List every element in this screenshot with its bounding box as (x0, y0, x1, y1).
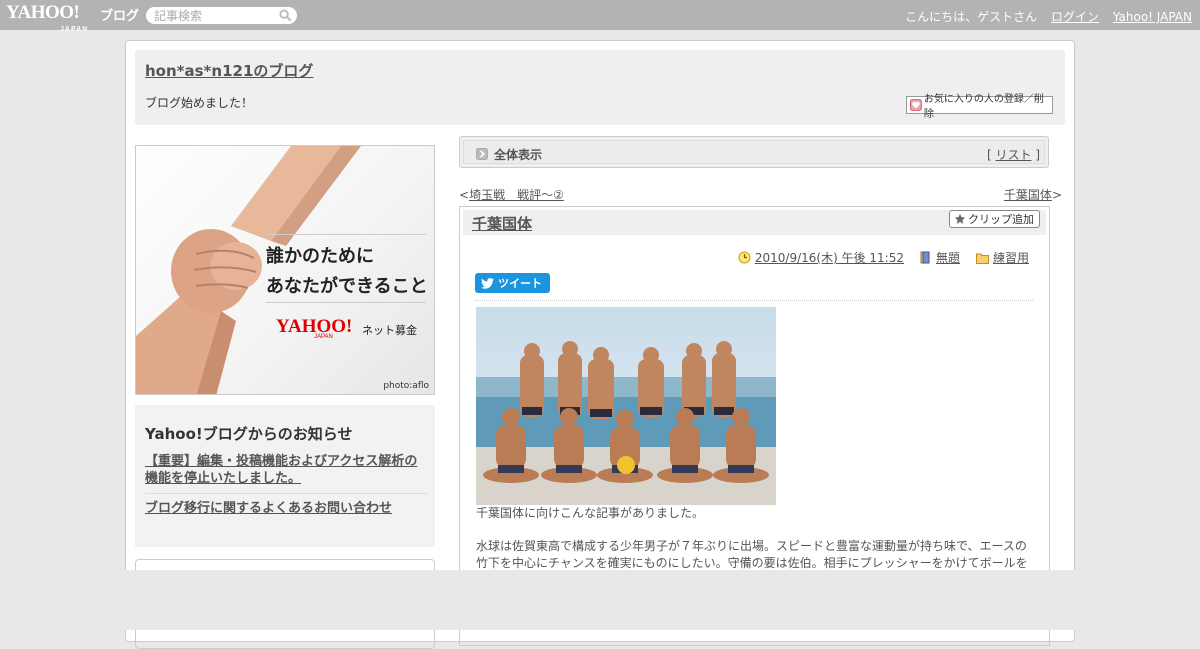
bracket-close: ] (1031, 148, 1040, 162)
search-box (146, 7, 297, 24)
favorite-register-label: お気に入りの人の登録／削除 (923, 94, 1044, 120)
greeting-text: こんにちは、ゲストさん (905, 10, 1038, 24)
next-article-link[interactable]: 千葉国体 (1004, 188, 1052, 202)
notice-link-important[interactable]: 【重要】編集・投稿機能およびアクセス解析の機能を停止いたしました。 (145, 453, 427, 487)
user-nav: こんにちは、ゲストさん ログイン Yahoo! JAPAN (905, 8, 1192, 25)
list-link-wrap: [ リスト ] (987, 146, 1040, 163)
blog-header: hon*as*n121のブログ ブログ始めました！ お気に入りの人の登録／削除 (135, 50, 1065, 125)
blog-description: ブログ始めました！ (145, 96, 254, 110)
yahoo-japan-logo[interactable]: YAHOO! JAPAN (6, 3, 87, 33)
star-icon (954, 213, 966, 224)
prev-arrow: < (459, 188, 470, 202)
divider (475, 300, 1033, 301)
banner-headline-2: あなたができること (266, 276, 428, 297)
arrow-right-icon (476, 148, 488, 160)
article-theme-link[interactable]: 無題 (936, 249, 960, 266)
tweet-button[interactable]: ツイート (475, 273, 550, 293)
login-link[interactable]: ログイン (1051, 10, 1099, 24)
logo-sub: JAPAN (60, 26, 89, 33)
banner-yahoo-logo-sub: JAPAN (314, 334, 333, 340)
article-category-link[interactable]: 練習用 (993, 249, 1029, 266)
prev-article-link[interactable]: 埼玉戦 戦評～② (469, 188, 564, 202)
search-input[interactable] (154, 8, 274, 23)
view-all-label: 全体表示 (494, 148, 543, 162)
blog-page: hon*as*n121のブログ ブログ始めました！ お気に入りの人の登録／削除 (125, 40, 1075, 649)
article-header: 千葉国体 クリップ追加 (463, 210, 1046, 235)
banner-rule (266, 302, 426, 303)
search-icon[interactable] (279, 9, 292, 22)
blog-service-label[interactable]: ブログ (100, 5, 139, 24)
article-body-line: 竹下を中心にチャンスを確実にものにしたい。守備の要は佐伯。相手にプレッシャーをか… (476, 556, 1028, 570)
list-link[interactable]: リスト (995, 148, 1031, 162)
view-bar: 全体表示 [ リスト ] (459, 136, 1049, 168)
yahoo-japan-link[interactable]: Yahoo! JAPAN (1113, 10, 1192, 24)
banner-rule (266, 234, 426, 235)
folder-icon (975, 253, 989, 264)
charity-banner[interactable]: 誰かのために あなたができること YAHOO! JAPAN ネット募金 phot… (135, 145, 435, 395)
banner-photo-credit: photo:aflo (383, 381, 429, 391)
tweet-label: ツイート (498, 277, 542, 290)
heart-icon (910, 99, 922, 111)
banner-headline-1: 誰かのために (266, 246, 374, 267)
clip-add-label: クリップ追加 (968, 213, 1034, 226)
twitter-bird-icon (481, 277, 494, 289)
article-body-line: 千葉国体に向けこんな記事がありました。 (476, 506, 705, 520)
next-article-nav: 千葉国体> (1004, 186, 1062, 203)
banner-service-name: ネット募金 (362, 324, 417, 337)
clock-icon (738, 251, 751, 264)
notice-title: Yahoo!ブログからのお知らせ (145, 425, 353, 443)
clip-add-button[interactable]: クリップ追加 (949, 210, 1040, 228)
blog-title[interactable]: hon*as*n121のブログ (145, 60, 313, 81)
view-bar-inner (463, 140, 1045, 164)
global-header: YAHOO! JAPAN ブログ こんにちは、ゲストさん ログイン Yahoo!… (0, 0, 1200, 33)
article-body-line: 水球は佐賀東高で構成する少年男子が７年ぶりに出場。スピードと豊富な運動量が持ち味… (476, 539, 1027, 553)
favorite-register-button[interactable]: お気に入りの人の登録／削除 (906, 94, 1053, 120)
article-title[interactable]: 千葉国体 (472, 213, 532, 234)
divider (145, 493, 427, 494)
notice-link-faq[interactable]: ブログ移行に関するよくあるお問い合わせ (145, 500, 427, 517)
team-photo-image (476, 307, 776, 505)
team-photo[interactable] (476, 307, 776, 505)
book-icon (920, 251, 930, 264)
article-meta: 2010/9/16(木) 午後 11:52 無題 練習用 (738, 249, 1029, 266)
article-date-link[interactable]: 2010/9/16(木) 午後 11:52 (755, 249, 904, 266)
handshake-image (136, 146, 361, 394)
prev-article-nav: <埼玉戦 戦評～② (459, 186, 564, 203)
notice-box: Yahoo!ブログからのお知らせ 【重要】編集・投稿機能およびアクセス解析の機能… (135, 405, 435, 547)
next-arrow: > (1051, 188, 1062, 202)
page-footer-band (0, 570, 1200, 630)
